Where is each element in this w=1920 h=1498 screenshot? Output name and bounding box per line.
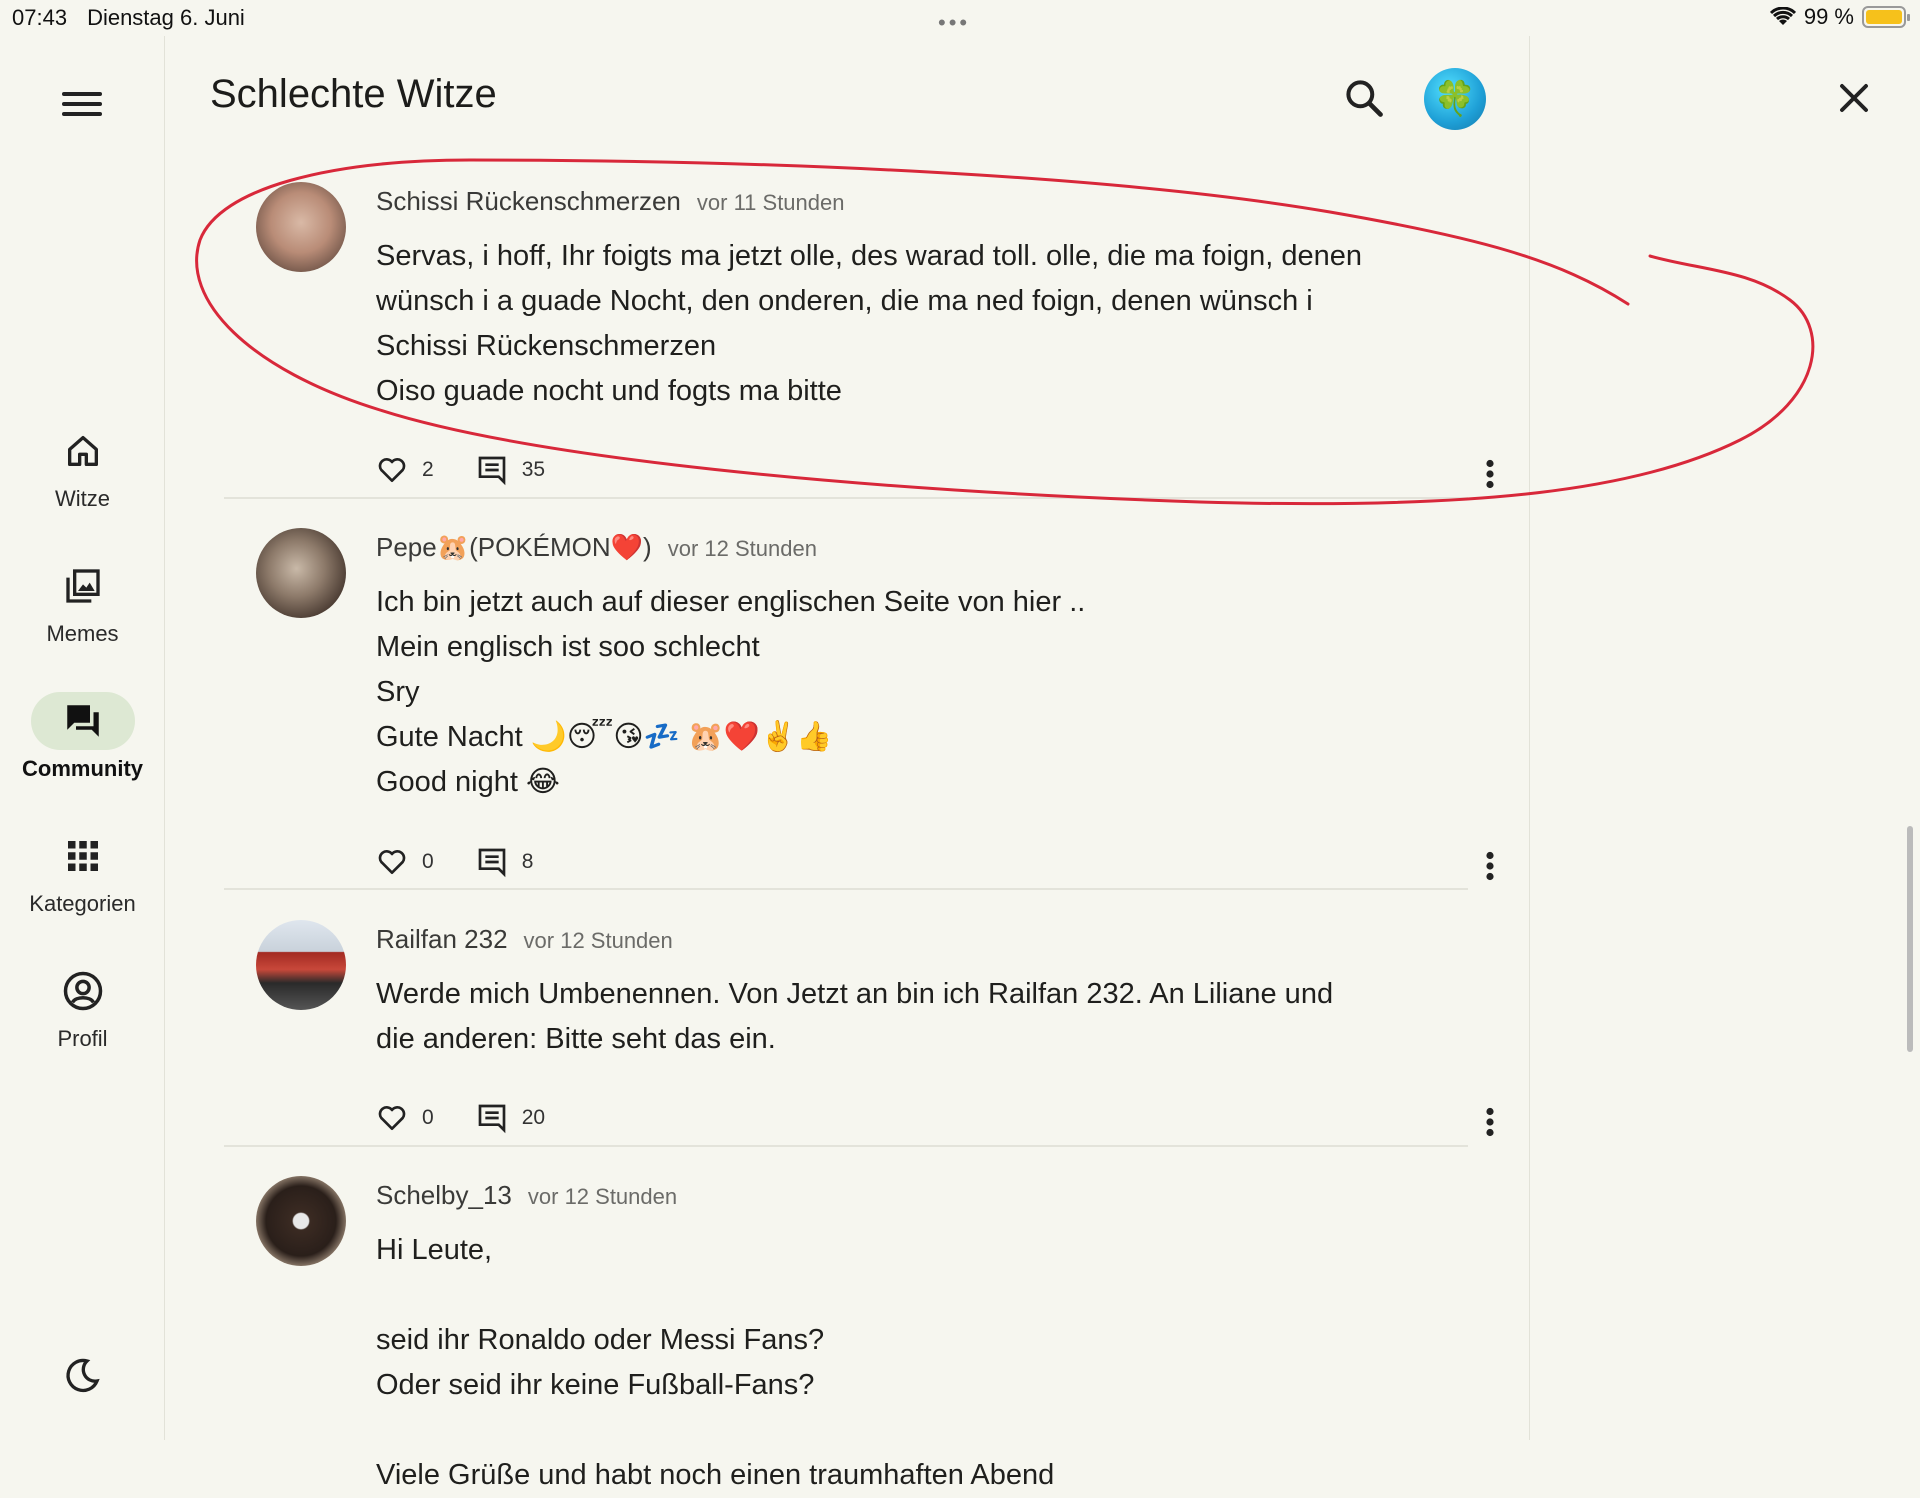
comment-icon: [478, 1104, 506, 1134]
navigation-rail: Witze Memes Community Kategorien Profil: [0, 36, 165, 1440]
rail-label: Memes: [46, 621, 119, 646]
main-content: Schlechte Witze 🍀 Schissi Rückenschmerze…: [166, 36, 1530, 1491]
post-text: Werde mich Umbenennen. Von Jetzt an bin …: [376, 978, 1334, 1055]
comment-button[interactable]: 20: [476, 1102, 545, 1134]
comment-count: 8: [521, 850, 534, 873]
rail-label: Kategorien: [29, 891, 136, 916]
author-name[interactable]: Pepe🐹(POKÉMON❤️): [376, 532, 652, 563]
search-icon[interactable]: [1342, 76, 1386, 120]
multitasking-dots[interactable]: •••: [938, 10, 970, 36]
post-time: vor 12 Stunden: [527, 1184, 678, 1209]
apps-grid-icon: [67, 841, 98, 871]
author-avatar[interactable]: [256, 920, 346, 1010]
post-divider: [224, 497, 1468, 499]
user-avatar[interactable]: 🍀: [1424, 68, 1486, 130]
comment-button[interactable]: 8: [476, 846, 534, 878]
author-avatar[interactable]: [256, 528, 346, 618]
comment-button[interactable]: 35: [476, 454, 545, 486]
author-name[interactable]: Schelby_13: [376, 1180, 512, 1211]
menu-icon[interactable]: [62, 86, 102, 126]
like-button[interactable]: 0: [376, 1102, 434, 1134]
page-title: Schlechte Witze: [210, 72, 497, 116]
post-time: vor 12 Stunden: [523, 928, 673, 953]
like-count: 0: [422, 1106, 434, 1129]
heart-icon: [378, 850, 406, 874]
author-name[interactable]: Railfan 232: [376, 924, 508, 955]
post-divider: [224, 888, 1468, 890]
heart-icon: [378, 1106, 406, 1130]
like-count: 2: [422, 458, 434, 481]
battery-icon: [1862, 6, 1910, 28]
scrollbar[interactable]: [1907, 826, 1913, 1052]
home-icon: [67, 436, 98, 466]
status-right: 99 %: [1769, 4, 1910, 30]
rail-label: Witze: [55, 486, 110, 511]
clover-icon: 🍀: [1433, 80, 1477, 118]
post-time: vor 12 Stunden: [667, 536, 817, 561]
heart-icon: [378, 458, 406, 482]
rail-label: Community: [22, 756, 143, 781]
author-avatar[interactable]: [256, 1176, 346, 1266]
post-text: Hi Leute, seid ihr Ronaldo oder Messi Fa…: [376, 1234, 1055, 1491]
post-text: Servas, i hoff, Ihr foigts ma jetzt olle…: [376, 240, 1362, 407]
status-time: 07:43: [12, 5, 68, 30]
rail-label: Profil: [57, 1026, 108, 1051]
wifi-icon: [1769, 7, 1796, 25]
rail-item-community[interactable]: Community: [0, 692, 165, 782]
comment-icon: [478, 848, 506, 878]
comment-count: 35: [521, 458, 546, 481]
post-time: vor 11 Stunden: [696, 190, 845, 215]
author-avatar[interactable]: [256, 182, 346, 272]
comment-count: 20: [521, 1106, 546, 1129]
rail-item-kategorien[interactable]: Kategorien: [0, 827, 165, 917]
rail-item-memes[interactable]: Memes: [0, 557, 165, 647]
status-date: Dienstag 6. Juni: [87, 5, 245, 30]
author-name[interactable]: Schissi Rückenschmerzen: [376, 186, 681, 217]
dark-mode-icon[interactable]: [62, 1356, 102, 1396]
image-library-icon: [65, 569, 100, 603]
rail-item-profil[interactable]: Profil: [0, 962, 165, 1052]
post-divider: [224, 1145, 1468, 1147]
more-options-icon[interactable]: [1478, 848, 1502, 884]
close-icon[interactable]: [1836, 80, 1872, 116]
rail-item-witze[interactable]: Witze: [0, 422, 165, 512]
more-options-icon[interactable]: [1478, 456, 1502, 492]
account-circle-icon: [63, 971, 102, 1011]
forum-icon: [66, 705, 99, 737]
like-button[interactable]: 0: [376, 846, 434, 878]
post-text: Ich bin jetzt auch auf dieser englischen…: [376, 586, 1086, 798]
battery-percent: 99 %: [1803, 4, 1854, 29]
like-button[interactable]: 2: [376, 454, 434, 486]
more-options-icon[interactable]: [1478, 1104, 1502, 1140]
comment-icon: [478, 456, 506, 486]
status-bar: 07:43 Dienstag 6. Juni ••• 99 %: [0, 0, 1920, 36]
like-count: 0: [422, 850, 434, 873]
